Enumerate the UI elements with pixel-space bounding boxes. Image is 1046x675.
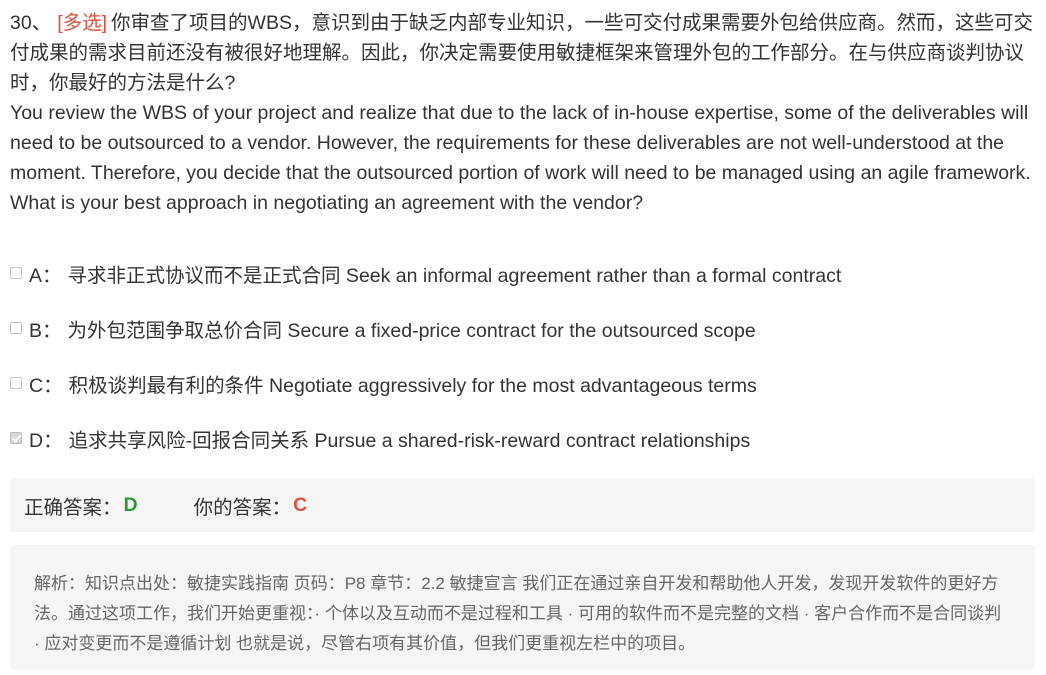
options-list: A： 寻求非正式协议而不是正式合同 Seek an informal agree… xyxy=(10,258,1030,478)
option-text: 追求共享风险-回报合同关系 Pursue a shared-risk-rewar… xyxy=(68,429,751,452)
option-a[interactable]: A： 寻求非正式协议而不是正式合同 Seek an informal agree… xyxy=(10,258,1030,288)
checkbox-checked-icon[interactable] xyxy=(10,432,22,444)
question-text-en: You review the WBS of your project and r… xyxy=(10,102,1031,214)
option-letter: A： xyxy=(29,264,62,287)
checkbox-icon[interactable] xyxy=(10,377,22,389)
analysis-text: 解析：知识点出处：敏捷实践指南 页码：P8 章节：2.2 敏捷宣言 我们正在通过… xyxy=(34,574,1002,653)
correct-answer-value: D xyxy=(123,493,138,516)
correct-answer: 正确答案： D xyxy=(24,491,138,520)
checkbox-icon[interactable] xyxy=(10,267,22,279)
correct-answer-label: 正确答案： xyxy=(24,496,122,519)
option-text: 寻求非正式协议而不是正式合同 Seek an informal agreemen… xyxy=(67,264,842,287)
question-type-tag: [多选] xyxy=(57,12,108,34)
your-answer-label: 你的答案： xyxy=(193,496,292,519)
option-letter: C： xyxy=(29,374,63,397)
option-letter: D： xyxy=(29,429,63,452)
option-text: 为外包范围争取总价合同 Secure a fixed-price contrac… xyxy=(67,319,756,342)
option-letter: B： xyxy=(29,319,62,342)
checkbox-icon[interactable] xyxy=(10,322,22,334)
question-number: 30、 xyxy=(10,12,52,34)
analysis-panel: 解析：知识点出处：敏捷实践指南 页码：P8 章节：2.2 敏捷宣言 我们正在通过… xyxy=(10,545,1035,670)
question-block: 30、 [多选] 你审查了项目的WBS，意识到由于缺乏内部专业知识，一些可交付成果需… xyxy=(10,8,1036,218)
option-d[interactable]: D： 追求共享风险-回报合同关系 Pursue a shared-risk-re… xyxy=(10,423,1030,453)
option-c[interactable]: C： 积极谈判最有利的条件 Negotiate aggressively for… xyxy=(10,368,1030,398)
option-b[interactable]: B： 为外包范围争取总价合同 Secure a fixed-price cont… xyxy=(10,313,1030,343)
your-answer: 你的答案： C xyxy=(194,491,308,520)
your-answer-value: C xyxy=(293,493,308,516)
question-text-cn: 你审查了项目的WBS，意识到由于缺乏内部专业知识，一些可交付成果需要外包给供应商… xyxy=(10,12,1033,94)
answer-bar: 正确答案： D 你的答案： C xyxy=(10,478,1035,532)
option-text: 积极谈判最有利的条件 Negotiate aggressively for th… xyxy=(68,374,757,397)
